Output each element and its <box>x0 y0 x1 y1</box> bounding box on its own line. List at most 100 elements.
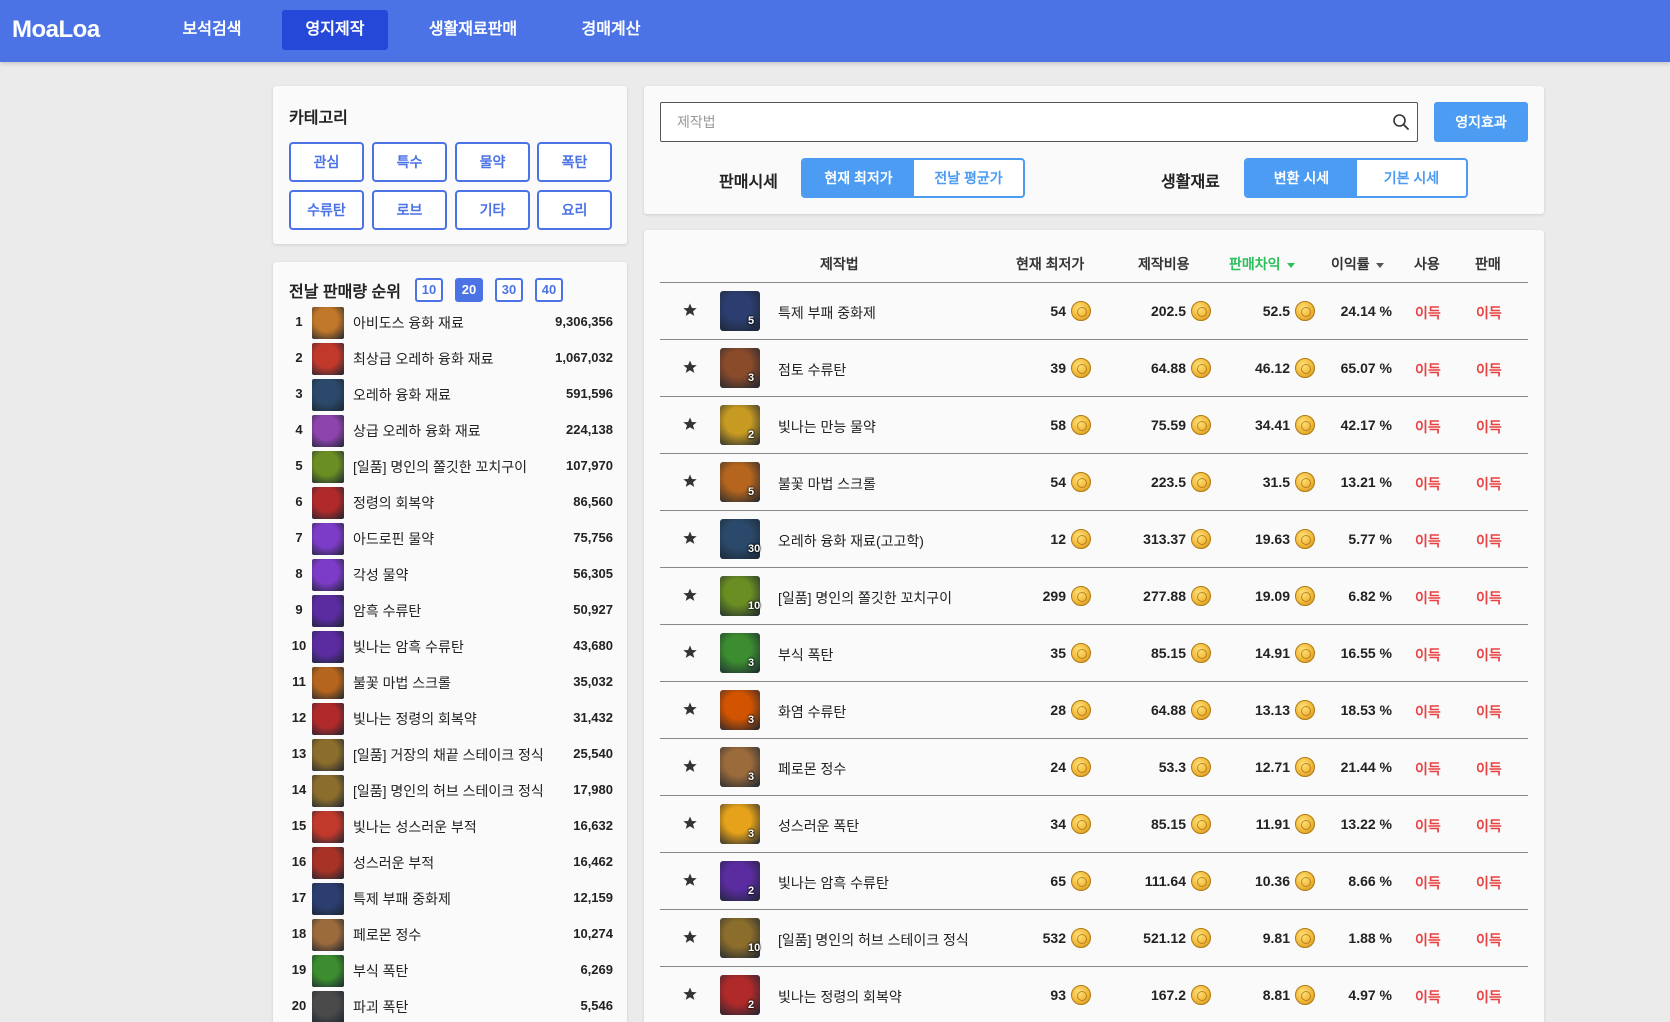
ranking-toggle-10[interactable]: 10 <box>415 278 443 302</box>
sell-benefit-link[interactable]: 이득 <box>1476 588 1502 608</box>
use-benefit-link[interactable]: 이득 <box>1415 702 1441 722</box>
recipe-row[interactable]: 10 [일품] 명인의 허브 스테이크 정식 532 521.12 9.81 1.88 %… <box>660 910 1528 967</box>
app-logo[interactable]: MoaLoa <box>12 16 100 44</box>
recipe-name[interactable]: [일품] 명인의 쫄깃한 꼬치구이 <box>778 588 952 608</box>
use-benefit-link[interactable]: 이득 <box>1415 987 1441 1007</box>
recipe-name[interactable]: 페로몬 정수 <box>778 759 846 779</box>
ranking-row[interactable]: 5 [일품] 명인의 쫄깃한 꼬치구이 107,970 <box>273 448 629 484</box>
ranking-row[interactable]: 18 페로몬 정수 10,274 <box>273 916 629 952</box>
use-benefit-link[interactable]: 이득 <box>1415 645 1441 665</box>
use-benefit-link[interactable]: 이득 <box>1415 930 1441 950</box>
ranking-row[interactable]: 16 성스러운 부적 16,462 <box>273 844 629 880</box>
recipe-row[interactable]: 3 부식 폭탄 35 85.15 14.91 16.55 % 이득 이득 <box>660 625 1528 682</box>
header-margin[interactable]: 이익률 <box>1331 254 1384 274</box>
category-cooking-button[interactable]: 요리 <box>537 190 612 230</box>
ranking-row[interactable]: 10 빛나는 암흑 수류탄 43,680 <box>273 628 629 664</box>
ranking-row[interactable]: 9 암흑 수류탄 50,927 <box>273 592 629 628</box>
recipe-name[interactable]: 성스러운 폭탄 <box>778 816 859 836</box>
sell-benefit-link[interactable]: 이득 <box>1476 987 1502 1007</box>
ranking-row[interactable]: 19 부식 폭탄 6,269 <box>273 952 629 988</box>
sell-benefit-link[interactable]: 이득 <box>1476 702 1502 722</box>
category-potion-button[interactable]: 물약 <box>455 142 530 182</box>
use-benefit-link[interactable]: 이득 <box>1415 873 1441 893</box>
ranking-row[interactable]: 13 [일품] 거장의 채끝 스테이크 정식 25,540 <box>273 736 629 772</box>
use-benefit-link[interactable]: 이득 <box>1415 360 1441 380</box>
ranking-row[interactable]: 7 아드로핀 물약 75,756 <box>273 520 629 556</box>
recipe-name[interactable]: 점토 수류탄 <box>778 360 846 380</box>
recipe-row[interactable]: 2 빛나는 만능 물약 58 75.59 34.41 42.17 % 이득 이득 <box>660 397 1528 454</box>
nav-gem-search[interactable]: 보석검색 <box>164 10 260 50</box>
category-grenade-button[interactable]: 수류탄 <box>289 190 364 230</box>
category-special-button[interactable]: 특수 <box>372 142 447 182</box>
sell-benefit-link[interactable]: 이득 <box>1476 759 1502 779</box>
favorite-star-icon[interactable] <box>682 986 698 1002</box>
ranking-row[interactable]: 14 [일품] 명인의 허브 스테이크 정식 17,980 <box>273 772 629 808</box>
ranking-toggle-20[interactable]: 20 <box>455 278 483 302</box>
sell-benefit-link[interactable]: 이득 <box>1476 873 1502 893</box>
ranking-row[interactable]: 6 정령의 회복약 86,560 <box>273 484 629 520</box>
recipe-row[interactable]: 2 빛나는 암흑 수류탄 65 111.64 10.36 8.66 % 이득 이득 <box>660 853 1528 910</box>
category-etc-button[interactable]: 기타 <box>455 190 530 230</box>
recipe-name[interactable]: 불꽃 마법 스크롤 <box>778 474 876 494</box>
favorite-star-icon[interactable] <box>682 758 698 774</box>
ranking-row[interactable]: 20 파괴 폭탄 5,546 <box>273 988 629 1022</box>
sell-benefit-link[interactable]: 이득 <box>1476 417 1502 437</box>
favorite-star-icon[interactable] <box>682 587 698 603</box>
nav-estate-crafting[interactable]: 영지제작 <box>282 10 388 50</box>
sell-price-prev-average-button[interactable]: 전날 평균가 <box>914 160 1023 196</box>
recipe-name[interactable]: 부식 폭탄 <box>778 645 833 665</box>
header-cost[interactable]: 제작비용 <box>1138 254 1190 274</box>
estate-effect-button[interactable]: 영지효과 <box>1434 102 1528 142</box>
recipe-row[interactable]: 2 빛나는 정령의 회복약 93 167.2 8.81 4.97 % 이득 이득 <box>660 967 1528 1022</box>
material-base-price-button[interactable]: 기본 시세 <box>1357 160 1466 196</box>
use-benefit-link[interactable]: 이득 <box>1415 474 1441 494</box>
nav-auction-calc[interactable]: 경매계산 <box>568 10 654 50</box>
recipe-name[interactable]: 오레하 융화 재료(고고학) <box>778 531 924 551</box>
use-benefit-link[interactable]: 이득 <box>1415 816 1441 836</box>
sell-benefit-link[interactable]: 이득 <box>1476 303 1502 323</box>
recipe-name[interactable]: 빛나는 만능 물약 <box>778 417 876 437</box>
recipe-row[interactable]: 3 페로몬 정수 24 53.3 12.71 21.44 % 이득 이득 <box>660 739 1528 796</box>
recipe-row[interactable]: 3 성스러운 폭탄 34 85.15 11.91 13.22 % 이득 이득 <box>660 796 1528 853</box>
recipe-name[interactable]: 빛나는 암흑 수류탄 <box>778 873 889 893</box>
recipe-row[interactable]: 5 불꽃 마법 스크롤 54 223.5 31.5 13.21 % 이득 이득 <box>660 454 1528 511</box>
ranking-row[interactable]: 3 오레하 융화 재료 591,596 <box>273 376 629 412</box>
favorite-star-icon[interactable] <box>682 929 698 945</box>
recipe-row[interactable]: 5 특제 부패 중화제 54 202.5 52.5 24.14 % 이득 이득 <box>660 283 1528 340</box>
ranking-row[interactable]: 11 불꽃 마법 스크롤 35,032 <box>273 664 629 700</box>
ranking-row[interactable]: 12 빛나는 정령의 회복약 31,432 <box>273 700 629 736</box>
sell-benefit-link[interactable]: 이득 <box>1476 474 1502 494</box>
recipe-name[interactable]: 빛나는 정령의 회복약 <box>778 987 902 1007</box>
sell-price-current-lowest-button[interactable]: 현재 최저가 <box>803 160 914 196</box>
use-benefit-link[interactable]: 이득 <box>1415 417 1441 437</box>
sell-benefit-link[interactable]: 이득 <box>1476 360 1502 380</box>
recipe-search-input[interactable] <box>660 102 1418 142</box>
recipe-name[interactable]: 화염 수류탄 <box>778 702 846 722</box>
ranking-toggle-40[interactable]: 40 <box>535 278 563 302</box>
search-icon[interactable] <box>1392 113 1410 131</box>
favorite-star-icon[interactable] <box>682 473 698 489</box>
ranking-row[interactable]: 1 아비도스 융화 재료 9,306,356 <box>273 304 629 340</box>
ranking-toggle-30[interactable]: 30 <box>495 278 523 302</box>
recipe-row[interactable]: 3 화염 수류탄 28 64.88 13.13 18.53 % 이득 이득 <box>660 682 1528 739</box>
use-benefit-link[interactable]: 이득 <box>1415 759 1441 779</box>
use-benefit-link[interactable]: 이득 <box>1415 588 1441 608</box>
sell-benefit-link[interactable]: 이득 <box>1476 645 1502 665</box>
sell-benefit-link[interactable]: 이득 <box>1476 816 1502 836</box>
category-robe-button[interactable]: 로브 <box>372 190 447 230</box>
recipe-row[interactable]: 3 점토 수류탄 39 64.88 46.12 65.07 % 이득 이득 <box>660 340 1528 397</box>
favorite-star-icon[interactable] <box>682 416 698 432</box>
use-benefit-link[interactable]: 이득 <box>1415 303 1441 323</box>
favorite-star-icon[interactable] <box>682 644 698 660</box>
ranking-row[interactable]: 17 특제 부패 중화제 12,159 <box>273 880 629 916</box>
ranking-row[interactable]: 8 각성 물약 56,305 <box>273 556 629 592</box>
use-benefit-link[interactable]: 이득 <box>1415 531 1441 551</box>
category-bomb-button[interactable]: 폭탄 <box>537 142 612 182</box>
favorite-star-icon[interactable] <box>682 701 698 717</box>
favorite-star-icon[interactable] <box>682 530 698 546</box>
material-converted-price-button[interactable]: 변환 시세 <box>1246 160 1357 196</box>
nav-material-sales[interactable]: 생활재료판매 <box>414 10 532 50</box>
header-profit[interactable]: 판매차익 <box>1229 254 1295 274</box>
ranking-row[interactable]: 4 상급 오레하 융화 재료 224,138 <box>273 412 629 448</box>
sell-benefit-link[interactable]: 이득 <box>1476 930 1502 950</box>
